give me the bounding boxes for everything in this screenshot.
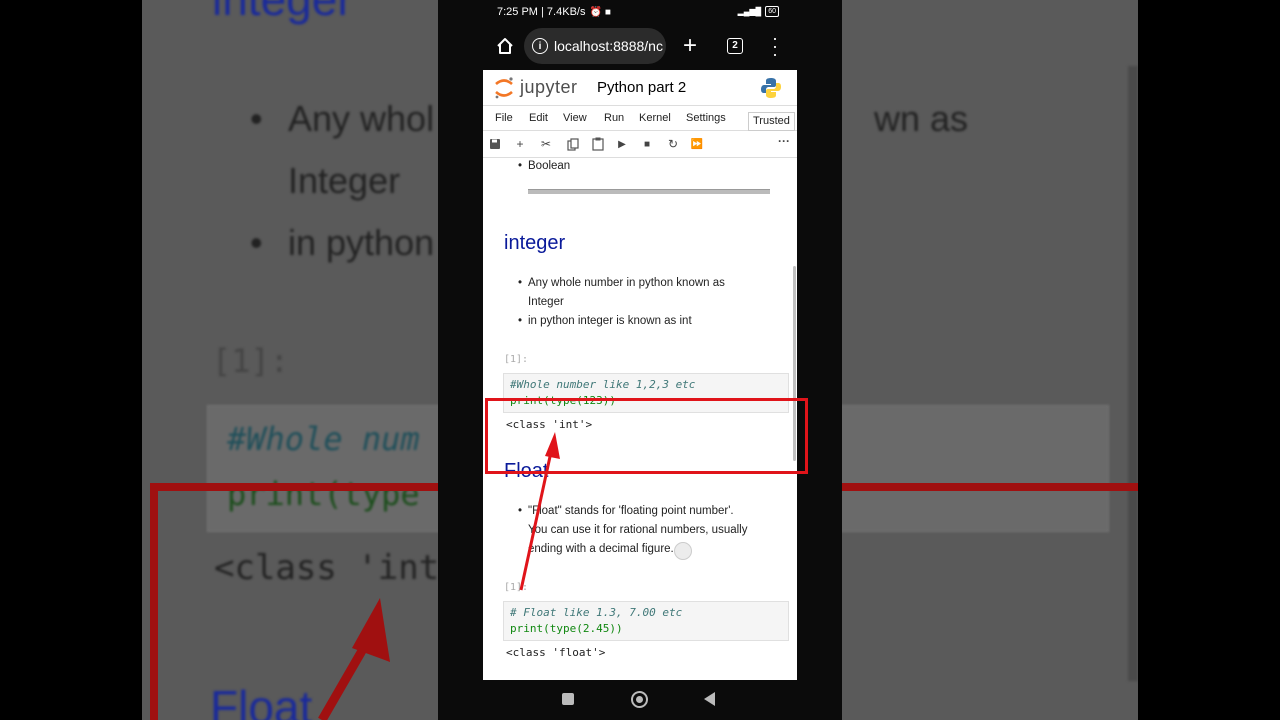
menu-file[interactable]: File	[495, 112, 513, 124]
stop-icon[interactable]: ■	[639, 139, 655, 150]
home-circle-icon[interactable]	[631, 691, 648, 708]
battery-icon: 60	[765, 6, 779, 17]
integer-bullet-2: in python integer is known as int	[518, 312, 692, 331]
more-icon[interactable]: ···	[776, 134, 792, 148]
menu-run[interactable]: Run	[604, 112, 624, 124]
horizontal-rule	[528, 189, 770, 194]
url-text: localhost:8888/nc	[554, 38, 663, 54]
status-time: 7:25 PM | 7.4KB/s	[497, 6, 586, 18]
recents-square-icon[interactable]	[562, 693, 574, 705]
paste-icon[interactable]	[590, 137, 606, 151]
run-icon[interactable]: ▶	[614, 139, 630, 150]
annotation-highlight-box	[485, 398, 808, 474]
new-tab-icon[interactable]: +	[680, 32, 700, 60]
home-icon[interactable]	[495, 36, 515, 56]
restart-icon[interactable]: ↻	[665, 137, 681, 151]
cell-2-prompt: [1]:	[504, 582, 529, 593]
integer-bullet-1: Any whole number in python known as	[518, 274, 725, 293]
copy-icon[interactable]	[565, 138, 581, 151]
cut-icon[interactable]: ✂	[538, 137, 554, 151]
float-bullet-1-cont-2: ending with a decimal figure.	[528, 543, 674, 555]
run-all-icon[interactable]: ⏩	[689, 139, 705, 150]
video-icon: ■	[604, 6, 611, 18]
kebab-menu-icon[interactable]: · · ·	[771, 29, 779, 63]
address-bar[interactable]: i localhost:8888/nc	[524, 28, 666, 64]
cell-1-line-1: #Whole number like 1,2,3 etc	[510, 378, 696, 391]
integer-bullet-1-cont: Integer	[528, 296, 564, 308]
jupyter-toolbar: + ✂ ▶ ■ ↻ ⏩ ···	[483, 132, 797, 158]
phone-screen: 7:25 PM | 7.4KB/s ⏰ ■ ▂▄▆█ 60 i localhos…	[438, 0, 842, 720]
float-bullet-1: "Float" stands for 'floating point numbe…	[518, 502, 734, 521]
boolean-bullet: Boolean	[518, 159, 570, 176]
jupyter-menubar: File Edit View Run Kernel Settings Trust…	[483, 107, 797, 131]
back-triangle-icon[interactable]	[704, 692, 715, 706]
float-bullet-1-cont: You can use it for rational numbers, usu…	[528, 524, 748, 536]
jupyter-header: jupyter Python part 2	[483, 70, 797, 106]
add-cell-icon[interactable]: +	[512, 137, 528, 151]
browser-viewport: jupyter Python part 2 File Edit View Run…	[483, 70, 797, 680]
info-icon[interactable]: i	[532, 38, 548, 54]
notebook-title[interactable]: Python part 2	[597, 79, 686, 96]
android-nav-bar	[483, 680, 797, 720]
signal-icon: ▂▄▆█	[737, 7, 762, 16]
tab-count-button[interactable]: 2	[727, 38, 743, 54]
cell-1-prompt: [1]:	[504, 354, 529, 365]
menu-view[interactable]: View	[563, 112, 587, 124]
jupyter-wordmark: jupyter	[520, 77, 578, 97]
cell-2-line-2: print(type(2.45))	[510, 622, 623, 635]
trusted-badge[interactable]: Trusted	[748, 112, 795, 131]
cell-2-line-1: # Float like 1.3, 7.00 etc	[510, 606, 683, 619]
menu-settings[interactable]: Settings	[686, 112, 726, 124]
alarm-icon: ⏰	[589, 6, 602, 18]
cell-2-output: <class 'float'>	[506, 646, 606, 659]
menu-kernel[interactable]: Kernel	[639, 112, 671, 124]
browser-toolbar: i localhost:8888/nc + 2 · · ·	[483, 26, 797, 66]
status-bar: 7:25 PM | 7.4KB/s ⏰ ■ ▂▄▆█ 60	[483, 0, 797, 24]
python-logo-icon	[761, 78, 781, 98]
video-frame: integer Any whol wn as Integer in python…	[0, 0, 1280, 720]
menu-edit[interactable]: Edit	[529, 112, 548, 124]
integer-heading: integer	[504, 232, 566, 254]
touch-indicator	[674, 542, 692, 560]
save-icon[interactable]	[487, 138, 503, 150]
jupyter-logo-icon[interactable]	[493, 76, 515, 100]
